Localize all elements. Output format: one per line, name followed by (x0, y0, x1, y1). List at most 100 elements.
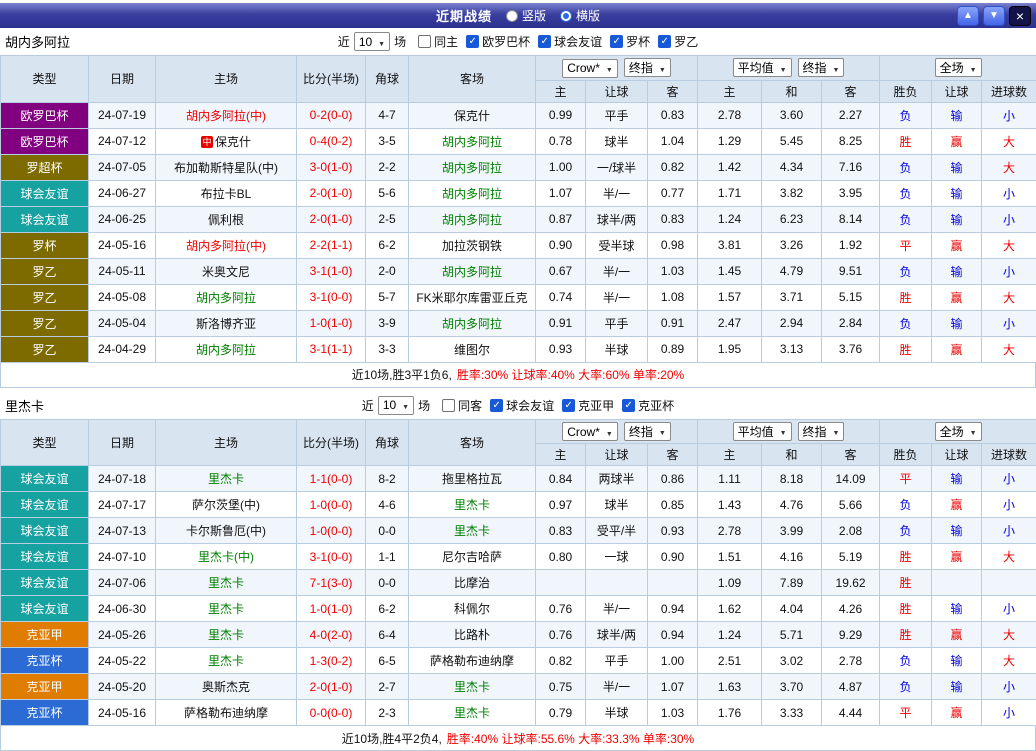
home-team-name[interactable]: 米奥文尼 (202, 265, 250, 279)
odds-type-select[interactable]: 终指 (624, 422, 671, 441)
filter-checkbox[interactable]: 同主 (418, 33, 458, 50)
radio-vertical-layout[interactable]: 竖版 (506, 7, 546, 24)
competition-badge[interactable]: 球会友谊 (1, 596, 89, 622)
competition-badge[interactable]: 克亚甲 (1, 622, 89, 648)
away-team-name[interactable]: 尼尔吉哈萨 (442, 550, 502, 564)
away-team-name[interactable]: 加拉茨钢铁 (442, 239, 502, 253)
competition-badge[interactable]: 罗乙 (1, 258, 89, 284)
home-team-name[interactable]: 胡内多阿拉(中) (186, 109, 266, 123)
home-team-name[interactable]: 奥斯杰克 (202, 680, 250, 694)
avg-type-select[interactable]: 终指 (798, 422, 845, 441)
radio-icon[interactable] (560, 10, 572, 22)
match-count-select[interactable]: 10 (378, 396, 414, 415)
competition-badge[interactable]: 欧罗巴杯 (1, 102, 89, 128)
competition-badge[interactable]: 克亚杯 (1, 700, 89, 726)
scope-select[interactable]: 全场 (935, 422, 982, 441)
filter-checkbox[interactable]: 罗乙 (658, 33, 698, 50)
away-team-name[interactable]: 胡内多阿拉 (442, 187, 502, 201)
home-team-name[interactable]: 布加勒斯特星队(中) (174, 161, 278, 175)
filter-checkbox[interactable]: 欧罗巴杯 (466, 33, 530, 50)
away-team-name[interactable]: 比摩治 (454, 576, 490, 590)
competition-badge[interactable]: 克亚甲 (1, 674, 89, 700)
move-down-button[interactable]: ▼ (983, 6, 1005, 26)
checkbox-icon[interactable] (562, 399, 575, 412)
away-team-name[interactable]: 里杰卡 (454, 680, 490, 694)
away-team-name[interactable]: 胡内多阿拉 (442, 265, 502, 279)
away-team-name[interactable]: 胡内多阿拉 (442, 317, 502, 331)
corner-cell: 3-5 (366, 128, 409, 154)
checkbox-icon[interactable] (418, 35, 431, 48)
avg-value-select[interactable]: 平均值 (733, 58, 792, 77)
away-team-name[interactable]: FK米耶尔库雷亚丘克 (416, 291, 527, 305)
filter-checkbox[interactable]: 罗杯 (610, 33, 650, 50)
away-team-name[interactable]: 科佩尔 (454, 602, 490, 616)
away-team-name[interactable]: 保克什 (454, 109, 490, 123)
home-team-name[interactable]: 胡内多阿拉(中) (186, 239, 266, 253)
competition-badge[interactable]: 球会友谊 (1, 180, 89, 206)
move-up-button[interactable]: ▲ (957, 6, 979, 26)
competition-badge[interactable]: 球会友谊 (1, 206, 89, 232)
away-team-name[interactable]: 比路朴 (454, 628, 490, 642)
home-team-name[interactable]: 里杰卡(中) (198, 550, 254, 564)
away-team-name[interactable]: 胡内多阿拉 (442, 213, 502, 227)
avg-value-select[interactable]: 平均值 (733, 422, 792, 441)
avg-type-select[interactable]: 终指 (798, 58, 845, 77)
checkbox-icon[interactable] (538, 35, 551, 48)
competition-badge[interactable]: 罗乙 (1, 284, 89, 310)
home-team-name[interactable]: 保克什 (215, 135, 251, 149)
filter-checkbox[interactable]: 克亚甲 (562, 397, 614, 414)
competition-badge[interactable]: 罗超杯 (1, 154, 89, 180)
filter-checkbox[interactable]: 球会友谊 (538, 33, 602, 50)
home-team-name[interactable]: 布拉卡BL (201, 187, 252, 201)
scope-select[interactable]: 全场 (935, 58, 982, 77)
home-team-name[interactable]: 卡尔斯鲁厄(中) (186, 524, 266, 538)
home-team-name[interactable]: 里杰卡 (208, 654, 244, 668)
home-team-name[interactable]: 里杰卡 (208, 628, 244, 642)
away-team-name[interactable]: 胡内多阿拉 (442, 135, 502, 149)
home-team-name[interactable]: 萨尔茨堡(中) (192, 498, 260, 512)
match-count-select[interactable]: 10 (354, 32, 390, 51)
away-team-name[interactable]: 胡内多阿拉 (442, 161, 502, 175)
checkbox-icon[interactable] (610, 35, 623, 48)
checkbox-icon[interactable] (490, 399, 503, 412)
home-team-name[interactable]: 里杰卡 (208, 576, 244, 590)
away-team-name[interactable]: 里杰卡 (454, 498, 490, 512)
competition-badge[interactable]: 罗乙 (1, 336, 89, 362)
checkbox-icon[interactable] (442, 399, 455, 412)
home-team-name[interactable]: 胡内多阿拉 (196, 343, 256, 357)
competition-badge[interactable]: 克亚杯 (1, 648, 89, 674)
col-date: 日期 (89, 419, 156, 466)
away-team-name[interactable]: 萨格勒布迪纳摩 (430, 654, 514, 668)
competition-badge[interactable]: 球会友谊 (1, 570, 89, 596)
away-team-name[interactable]: 拖里格拉瓦 (442, 472, 502, 486)
odds-company-select[interactable]: Crow* (562, 59, 618, 78)
filter-checkbox[interactable]: 球会友谊 (490, 397, 554, 414)
radio-horizontal-layout[interactable]: 横版 (560, 7, 600, 24)
competition-badge[interactable]: 球会友谊 (1, 492, 89, 518)
away-team-name[interactable]: 维图尔 (454, 343, 490, 357)
away-team-name[interactable]: 里杰卡 (454, 524, 490, 538)
home-team-name[interactable]: 胡内多阿拉 (196, 291, 256, 305)
home-team-name[interactable]: 斯洛博齐亚 (196, 317, 256, 331)
checkbox-icon[interactable] (466, 35, 479, 48)
home-team-name[interactable]: 里杰卡 (208, 472, 244, 486)
odds-company-select[interactable]: Crow* (562, 422, 618, 441)
filter-checkbox[interactable]: 克亚杯 (622, 397, 674, 414)
radio-icon[interactable] (506, 10, 518, 22)
competition-badge[interactable]: 球会友谊 (1, 544, 89, 570)
away-team-name[interactable]: 里杰卡 (454, 706, 490, 720)
checkbox-icon[interactable] (658, 35, 671, 48)
select-value: 终指 (803, 423, 827, 440)
competition-badge[interactable]: 罗乙 (1, 310, 89, 336)
home-team-name[interactable]: 佩利根 (208, 213, 244, 227)
odds-type-select[interactable]: 终指 (624, 58, 671, 77)
competition-badge[interactable]: 欧罗巴杯 (1, 128, 89, 154)
home-team-name[interactable]: 里杰卡 (208, 602, 244, 616)
competition-badge[interactable]: 罗杯 (1, 232, 89, 258)
competition-badge[interactable]: 球会友谊 (1, 518, 89, 544)
checkbox-icon[interactable] (622, 399, 635, 412)
competition-badge[interactable]: 球会友谊 (1, 466, 89, 492)
close-button[interactable]: × (1009, 6, 1031, 26)
filter-checkbox[interactable]: 同客 (442, 397, 482, 414)
home-team-name[interactable]: 萨格勒布迪纳摩 (184, 706, 268, 720)
